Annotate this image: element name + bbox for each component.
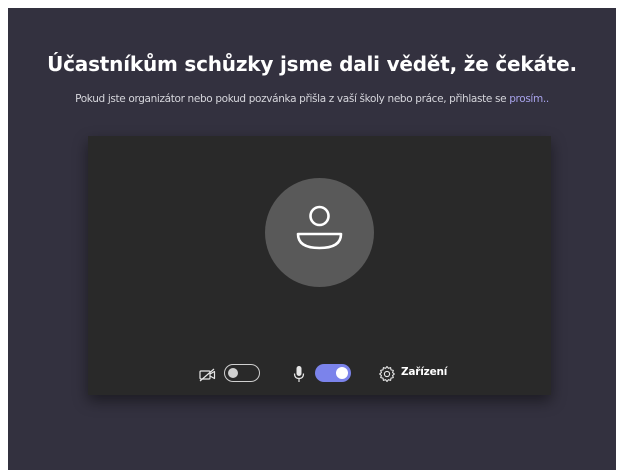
sign-in-prompt-text: Pokud jste organizátor nebo pokud pozván… <box>75 93 510 105</box>
person-icon <box>296 205 343 250</box>
microphone-icon[interactable] <box>293 365 305 387</box>
microphone-toggle[interactable] <box>315 364 351 382</box>
page-title: Účastníkům schůzky jsme dali vědět, že č… <box>47 52 577 76</box>
camera-off-icon[interactable] <box>199 367 217 386</box>
sign-in-link[interactable]: prosím.. <box>509 93 549 105</box>
video-preview: Zařízení <box>88 136 551 395</box>
sign-in-prompt: Pokud jste organizátor nebo pokud pozván… <box>8 93 616 105</box>
device-controls: Zařízení <box>88 362 551 386</box>
prejoin-screen: Účastníkům schůzky jsme dali vědět, že č… <box>8 8 616 470</box>
camera-toggle-knob <box>228 367 238 378</box>
devices-button[interactable]: Zařízení <box>401 366 447 378</box>
gear-icon[interactable] <box>378 365 396 387</box>
avatar <box>265 178 374 287</box>
microphone-toggle-knob <box>336 367 348 379</box>
camera-toggle[interactable] <box>224 364 260 382</box>
